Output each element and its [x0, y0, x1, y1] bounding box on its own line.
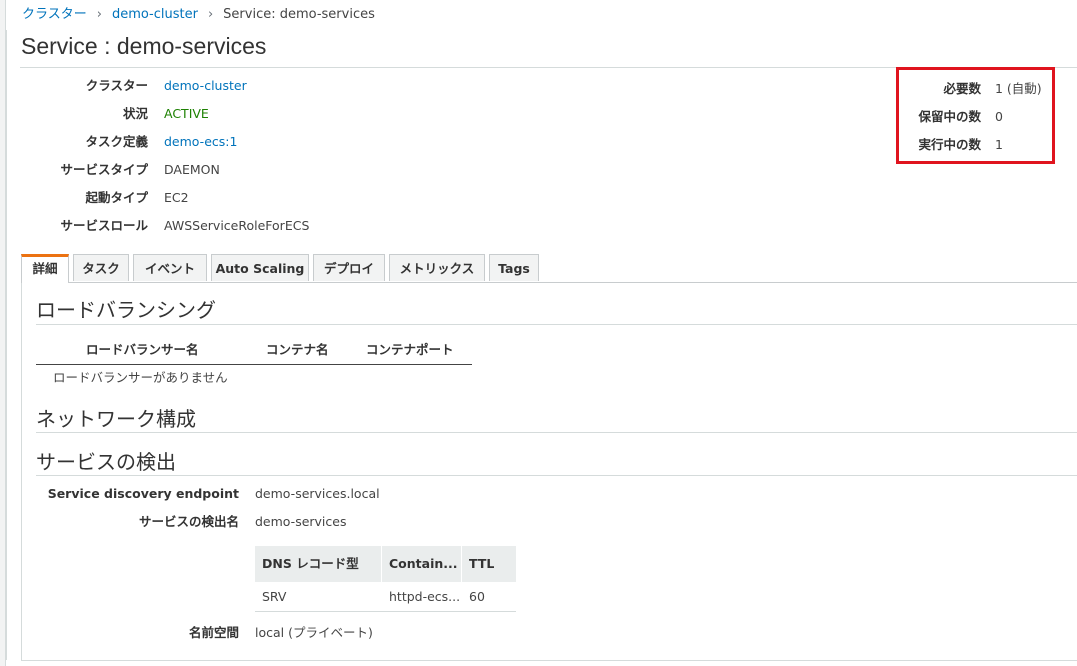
- dns-records-table: DNS レコード型 Contain... TTL SRV httpd-ecs..…: [255, 546, 516, 612]
- count-label: 保留中の数: [918, 109, 981, 124]
- detail-label: サービスタイプ: [60, 162, 148, 177]
- column-header: Contain...: [389, 556, 458, 571]
- section-divider: [36, 432, 1077, 433]
- count-row-pending: 保留中の数 0: [899, 103, 1052, 131]
- column-header: コンテナポート: [366, 342, 454, 357]
- tab-auto-scaling[interactable]: Auto Scaling: [211, 254, 309, 281]
- column-header: コンテナ名: [266, 342, 329, 357]
- column-header: TTL: [469, 556, 495, 571]
- detail-label: 状況: [122, 106, 148, 121]
- task-counts-highlight: 必要数 1 (自動) 保留中の数 0 実行中の数 1: [896, 67, 1055, 164]
- detail-row-discovery-name: サービスの検出名 demo-services: [20, 508, 420, 536]
- detail-row-service-role: サービスロール AWSServiceRoleForECS: [20, 212, 420, 240]
- detail-row-task-definition: タスク定義 demo-ecs:1: [20, 128, 420, 156]
- breadcrumb-link-demo-cluster[interactable]: demo-cluster: [112, 7, 198, 22]
- service-role-value: AWSServiceRoleForECS: [164, 218, 310, 233]
- tab-events[interactable]: イベント: [133, 254, 207, 281]
- table-bottom-divider: [255, 611, 516, 612]
- detail-row-status: 状況 ACTIVE: [20, 100, 420, 128]
- count-label: 必要数: [943, 81, 981, 96]
- pending-count-value: 0: [995, 109, 1003, 124]
- detail-label: サービスの検出名: [138, 514, 239, 529]
- tab-metrics[interactable]: メトリックス: [389, 254, 485, 281]
- cluster-link[interactable]: demo-cluster: [164, 72, 247, 100]
- section-heading-network: ネットワーク構成: [36, 409, 196, 431]
- section-divider: [36, 475, 1077, 476]
- section-heading-load-balancing: ロードバランシング: [36, 300, 216, 322]
- namespace-value: local (プライベート): [255, 625, 373, 640]
- detail-row-launch-type: 起動タイプ EC2: [20, 184, 420, 212]
- panel-border-left: [21, 283, 22, 661]
- left-panel-divider: [6, 30, 7, 660]
- breadcrumb-separator-icon: ›: [207, 7, 214, 22]
- page-title: Service : demo-services: [21, 33, 267, 59]
- detail-label: 名前空間: [188, 625, 239, 640]
- status-value: ACTIVE: [164, 106, 209, 121]
- count-row-running: 実行中の数 1: [899, 131, 1052, 159]
- detail-row-service-type: サービスタイプ DAEMON: [20, 156, 420, 184]
- task-definition-link[interactable]: demo-ecs:1: [164, 128, 237, 156]
- detail-label: タスク定義: [85, 134, 148, 149]
- desired-count-value: 1 (自動): [995, 81, 1042, 96]
- breadcrumb-current: Service: demo-services: [223, 7, 375, 22]
- detail-label: 起動タイプ: [85, 190, 148, 205]
- discovery-endpoint-value: demo-services.local: [255, 486, 380, 501]
- count-label: 実行中の数: [918, 137, 981, 152]
- section-divider: [36, 324, 1077, 325]
- dns-container-cell: httpd-ecs...: [389, 589, 461, 604]
- tab-tasks[interactable]: タスク: [73, 254, 129, 281]
- tab-deployments[interactable]: デプロイ: [313, 254, 385, 281]
- tab-details[interactable]: 詳細: [21, 254, 69, 283]
- service-type-value: DAEMON: [164, 162, 220, 177]
- column-header: DNS レコード型: [262, 556, 359, 571]
- breadcrumb-link-clusters[interactable]: クラスター: [22, 7, 87, 22]
- panel-border-bottom: [21, 660, 1077, 661]
- table-header-divider: [36, 364, 472, 365]
- detail-row-cluster: クラスター demo-cluster: [20, 72, 420, 100]
- detail-row-namespace: 名前空間 local (プライベート): [20, 619, 420, 647]
- column-header: ロードバランサー名: [86, 342, 199, 357]
- breadcrumb: クラスター › demo-cluster › Service: demo-service…: [22, 6, 375, 24]
- discovery-name-value: demo-services: [255, 514, 347, 529]
- count-row-desired: 必要数 1 (自動): [899, 75, 1052, 103]
- detail-label: Service discovery endpoint: [47, 486, 239, 501]
- launch-type-value: EC2: [164, 190, 189, 205]
- section-heading-service-discovery: サービスの検出: [36, 452, 176, 474]
- tab-tags[interactable]: Tags: [489, 254, 539, 281]
- detail-label: クラスター: [85, 78, 148, 93]
- dns-record-type-cell: SRV: [262, 589, 287, 604]
- tabs-divider: [21, 282, 1077, 283]
- detail-label: サービスロール: [60, 218, 148, 233]
- dns-ttl-cell: 60: [469, 589, 485, 604]
- breadcrumb-separator-icon: ›: [96, 7, 102, 22]
- empty-state-text: ロードバランサーがありません: [53, 370, 228, 385]
- detail-row-discovery-endpoint: Service discovery endpoint demo-services…: [20, 480, 420, 508]
- running-count-value: 1: [995, 137, 1003, 152]
